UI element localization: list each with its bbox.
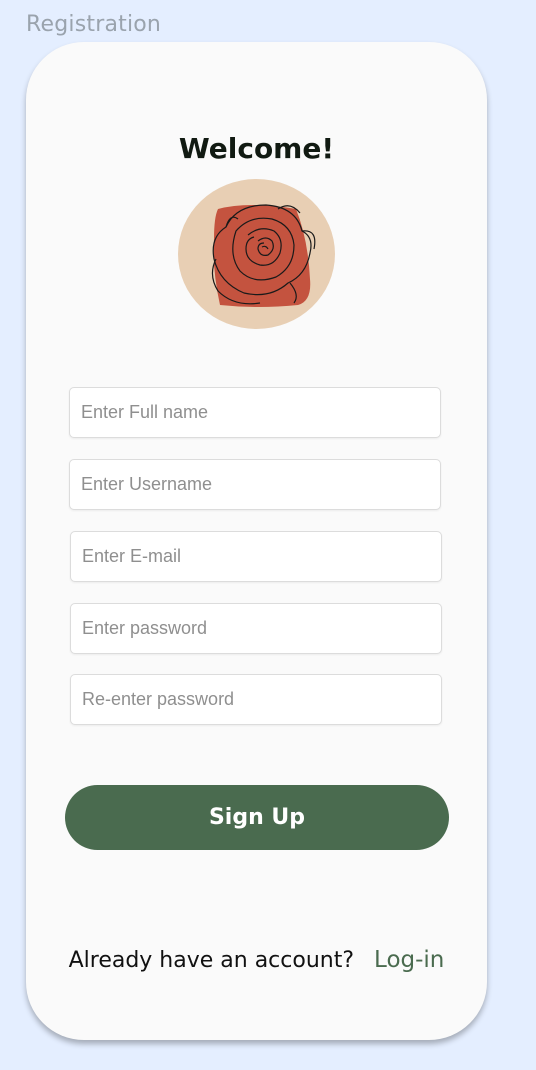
full-name-input[interactable] [70, 388, 440, 437]
email-input[interactable] [71, 532, 441, 581]
confirm-password-input[interactable] [71, 675, 441, 724]
password-input[interactable] [71, 604, 441, 653]
password-field[interactable] [70, 603, 442, 654]
login-prompt: Already have an account? Log-in [26, 947, 487, 973]
confirm-password-field[interactable] [70, 674, 442, 725]
login-link[interactable]: Log-in [374, 947, 444, 973]
username-field[interactable] [69, 459, 441, 510]
registration-card: Welcome! Sign [26, 42, 487, 1040]
welcome-title: Welcome! [178, 132, 335, 165]
sign-up-button[interactable]: Sign Up [65, 785, 449, 850]
rose-illustration-icon [211, 204, 316, 307]
login-question-text: Already have an account? [68, 947, 355, 973]
frame-label: Registration [26, 12, 162, 37]
avatar [178, 179, 335, 329]
email-field[interactable] [70, 531, 442, 582]
full-name-field[interactable] [69, 387, 441, 438]
username-input[interactable] [70, 460, 440, 509]
